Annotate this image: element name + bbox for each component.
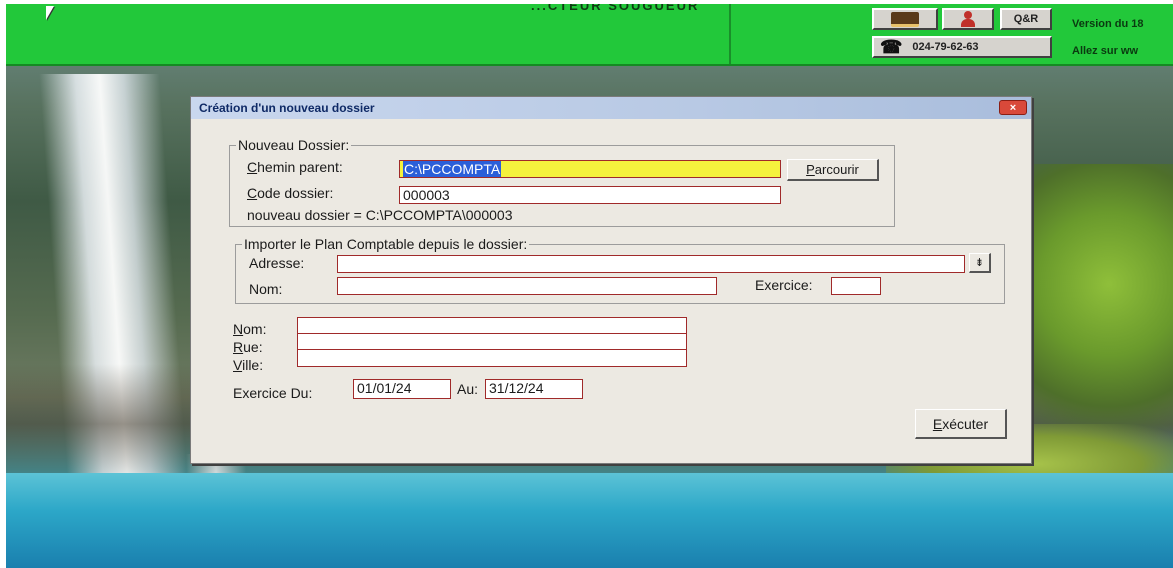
toolbar-divider [729,4,731,64]
new-folder-dialog: Création d'un nouveau dossier × Nouveau … [190,96,1032,464]
import-name-input[interactable] [337,277,717,295]
lake-background [6,473,1173,568]
import-chart-group: Importer le Plan Comptable depuis le dos… [235,236,1005,304]
folder-code-input[interactable]: 000003 [399,186,781,204]
address-input[interactable] [337,255,965,273]
foliage-background [1013,164,1173,464]
phone-button[interactable]: ☎ 024-79-62-63 [872,36,1052,58]
parent-path-label: Chemin parent: [247,159,343,175]
parent-path-value: C:\PCCOMPTA [403,161,502,177]
book-icon [891,11,919,27]
import-fiscal-year-input[interactable] [831,277,881,295]
fiscal-year-from-label: Exercice Du: [233,385,313,401]
city-input[interactable] [297,349,687,367]
desktop: ...CTEUR SOUGUEUR Q&R ☎ 024-79-62-63 Ver… [6,4,1173,568]
help-book-button[interactable] [872,8,938,30]
company-name-label: Nom: [233,321,267,337]
address-label: Adresse: [249,255,305,271]
app-toolbar: ...CTEUR SOUGUEUR Q&R ☎ 024-79-62-63 Ver… [6,4,1173,66]
street-label: Rue: [233,339,263,355]
new-folder-legend: Nouveau Dossier: [236,137,352,153]
address-browse-button[interactable]: ⇟ [969,253,991,273]
folder-code-label: Code dossier: [247,185,334,201]
city-label: Ville: [233,357,264,373]
fiscal-year-from-input[interactable]: 01/01/24 [353,379,451,399]
execute-button[interactable]: Exécuter [915,409,1007,439]
close-button[interactable]: × [999,100,1027,115]
phone-icon: ☎ [880,37,903,57]
qa-button[interactable]: Q&R [1000,8,1052,30]
version-text: Version du 18 [1072,18,1144,30]
mouse-cursor-icon [46,6,54,20]
browse-button[interactable]: Parcourir [787,159,879,181]
fiscal-year-to-input[interactable]: 31/12/24 [485,379,583,399]
parent-path-input[interactable]: C:\PCCOMPTA [399,160,781,178]
import-chart-legend: Importer le Plan Comptable depuis le dos… [242,236,530,252]
fiscal-year-to-label: Au: [457,381,479,397]
dialog-titlebar[interactable]: Création d'un nouveau dossier × [191,97,1031,119]
app-title: ...CTEUR SOUGUEUR [531,4,700,13]
import-fiscal-year-label: Exercice: [755,277,813,293]
new-folder-path-info: nouveau dossier = C:\PCCOMPTA\000003 [247,207,513,223]
phone-number: 024-79-62-63 [912,41,979,53]
website-link[interactable]: Allez sur ww [1072,45,1138,57]
support-user-button[interactable] [942,8,994,30]
dialog-title: Création d'un nouveau dossier [199,101,375,115]
import-name-label: Nom: [249,281,283,297]
user-icon [959,11,977,27]
